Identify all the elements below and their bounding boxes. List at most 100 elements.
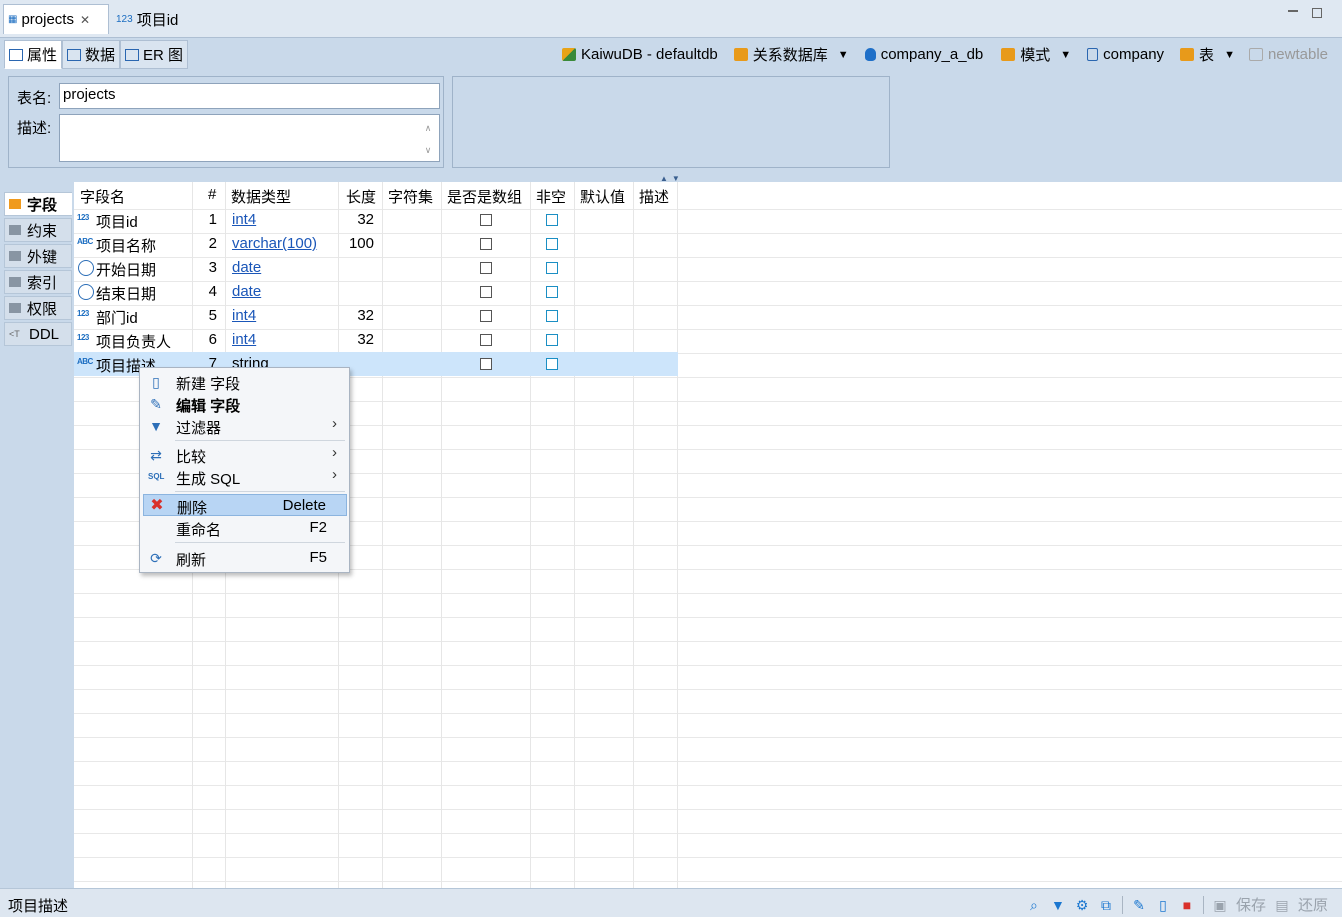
new-column-icon: ▯	[152, 374, 160, 390]
not-null-checkbox[interactable]	[546, 214, 558, 226]
crumb-database[interactable]: company_a_db	[864, 46, 983, 63]
is-array-checkbox[interactable]	[480, 334, 492, 346]
search-icon[interactable]: ⌕	[1026, 897, 1042, 913]
column-header-not-null[interactable]: 非空	[536, 186, 566, 208]
is-array-checkbox[interactable]	[480, 214, 492, 226]
filter-icon: ▼	[149, 418, 163, 434]
column-header-datatype[interactable]: 数据类型	[231, 186, 291, 208]
properties-icon	[9, 48, 23, 61]
menu-item-edit-field[interactable]: ✎ 编辑 字段	[143, 393, 347, 415]
tab-properties[interactable]: 属性	[4, 40, 63, 69]
is-array-checkbox[interactable]	[480, 310, 492, 322]
side-tab-foreign-keys[interactable]: 外键	[4, 244, 72, 268]
save-icon: ▣	[1213, 896, 1227, 913]
column-header-is-array[interactable]: 是否是数组	[447, 186, 522, 208]
not-null-checkbox[interactable]	[546, 238, 558, 250]
sql-icon: SQL	[148, 472, 165, 481]
not-null-checkbox[interactable]	[546, 334, 558, 346]
crumb-schema[interactable]: company	[1087, 46, 1164, 63]
not-null-checkbox[interactable]	[546, 310, 558, 322]
trash-icon[interactable]: ■	[1179, 897, 1195, 913]
minimize-icon[interactable]	[1288, 8, 1298, 12]
tab-er-diagram[interactable]: ER 图	[120, 40, 189, 69]
numeric-type-icon: 123	[116, 13, 133, 25]
side-tab-permissions[interactable]: 权限	[4, 296, 72, 320]
column-header-charset[interactable]: 字符集	[388, 186, 433, 208]
status-bar: 项目描述 ⌕ ▼ ⚙ ⧉ ✎ ▯ ■ ▣ 保存 ▤ 还原	[0, 888, 1342, 917]
maximize-icon[interactable]	[1312, 8, 1322, 18]
delete-x-icon: ✖	[150, 497, 164, 514]
side-tab-constraints[interactable]: 约束	[4, 218, 72, 242]
table-name-field[interactable]: projects	[59, 83, 440, 109]
menu-item-new-field[interactable]: ▯ 新建 字段	[143, 371, 347, 393]
side-tab-indexes[interactable]: 索引	[4, 270, 72, 294]
menu-item-compare[interactable]: ⇄ 比较 ›	[143, 444, 347, 466]
column-name: 结束日期	[96, 286, 157, 303]
column-header-description[interactable]: 描述	[639, 186, 669, 208]
scroll-arrows-icon[interactable]: ∧ ∨	[421, 117, 435, 161]
column-header-length[interactable]: 长度	[346, 186, 376, 208]
is-array-checkbox[interactable]	[480, 238, 492, 250]
data-type-link[interactable]: date	[232, 283, 261, 300]
data-type-link[interactable]: date	[232, 259, 261, 276]
not-null-checkbox[interactable]	[546, 358, 558, 370]
menu-item-rename[interactable]: 重命名 F2	[143, 517, 347, 539]
link-icon[interactable]: ⧉	[1098, 897, 1114, 913]
filter-icon[interactable]: ▼	[1050, 897, 1066, 913]
save-button[interactable]: 保存	[1236, 894, 1266, 915]
pencil-icon[interactable]: ✎	[1131, 897, 1147, 913]
is-array-checkbox[interactable]	[480, 286, 492, 298]
side-tab-label: 约束	[27, 222, 58, 240]
side-tab-columns[interactable]: 字段	[4, 192, 72, 216]
is-array-checkbox[interactable]	[480, 358, 492, 370]
crumb-database-type[interactable]: 关系数据库 ▼	[733, 44, 849, 65]
table-row[interactable]: 开始日期 3 date	[74, 256, 678, 280]
data-type-link[interactable]: varchar(100)	[232, 235, 317, 252]
table-row[interactable]: 123 部门id 5 int4 32	[74, 304, 678, 328]
refresh-icon: ⟳	[150, 550, 162, 566]
menu-item-filter[interactable]: ▼ 过滤器 ›	[143, 415, 347, 437]
data-icon	[67, 48, 81, 61]
column-header-name[interactable]: 字段名	[80, 186, 125, 208]
crumb-connection[interactable]: KaiwuDB - defaultdb	[562, 46, 718, 63]
table-row[interactable]: 123 项目负责人 6 int4 32	[74, 328, 678, 352]
schema-icon	[1087, 48, 1099, 61]
not-null-checkbox[interactable]	[546, 262, 558, 274]
crumb-new-table[interactable]: newtable	[1248, 46, 1328, 63]
data-type-link[interactable]: int4	[232, 211, 256, 228]
column-length: 32	[357, 307, 374, 324]
dropdown-arrow-icon[interactable]: ▼	[838, 49, 849, 61]
crumb-label: 关系数据库	[752, 47, 828, 64]
tab-project-id[interactable]: 123 项目id	[114, 4, 178, 34]
not-null-checkbox[interactable]	[546, 286, 558, 298]
menu-item-generate-sql[interactable]: SQL 生成 SQL ›	[143, 466, 347, 488]
menu-item-refresh[interactable]: ⟳ 刷新 F5	[143, 547, 347, 569]
column-header-index[interactable]: #	[208, 186, 216, 208]
data-type-link[interactable]: int4	[232, 331, 256, 348]
column-length: 100	[348, 235, 374, 252]
dropdown-arrow-icon[interactable]: ▼	[1224, 49, 1235, 61]
side-tab-label: 字段	[27, 196, 58, 214]
side-tab-ddl[interactable]: <T DDL	[4, 322, 72, 346]
menu-item-delete[interactable]: ✖ 删除 Delete	[143, 494, 347, 517]
permissions-icon	[9, 303, 21, 313]
table-row[interactable]: ABC 项目名称 2 varchar(100) 100	[74, 232, 678, 256]
crumb-object-type[interactable]: 表 ▼	[1180, 44, 1235, 65]
table-row[interactable]: 结束日期 4 date	[74, 280, 678, 304]
close-icon[interactable]: ✕	[80, 13, 90, 27]
tab-data[interactable]: 数据	[62, 40, 121, 69]
new-column-icon[interactable]: ▯	[1155, 897, 1171, 913]
revert-button[interactable]: 还原	[1298, 894, 1328, 915]
crumb-schema-type[interactable]: 模式 ▼	[1001, 44, 1071, 65]
dropdown-arrow-icon[interactable]: ▼	[1060, 49, 1071, 61]
table-row[interactable]: 123 项目id 1 int4 32	[74, 208, 678, 232]
gear-icon[interactable]: ⚙	[1074, 897, 1090, 913]
description-field[interactable]	[59, 114, 440, 162]
breadcrumb: KaiwuDB - defaultdb 关系数据库 ▼ company_a_db…	[562, 44, 1328, 65]
side-tab-label: 权限	[27, 300, 58, 318]
column-header-default[interactable]: 默认值	[580, 186, 625, 208]
tab-projects[interactable]: ▦ projects ✕	[3, 4, 109, 34]
is-array-checkbox[interactable]	[480, 262, 492, 274]
column-number: 2	[208, 235, 217, 252]
data-type-link[interactable]: int4	[232, 307, 256, 324]
